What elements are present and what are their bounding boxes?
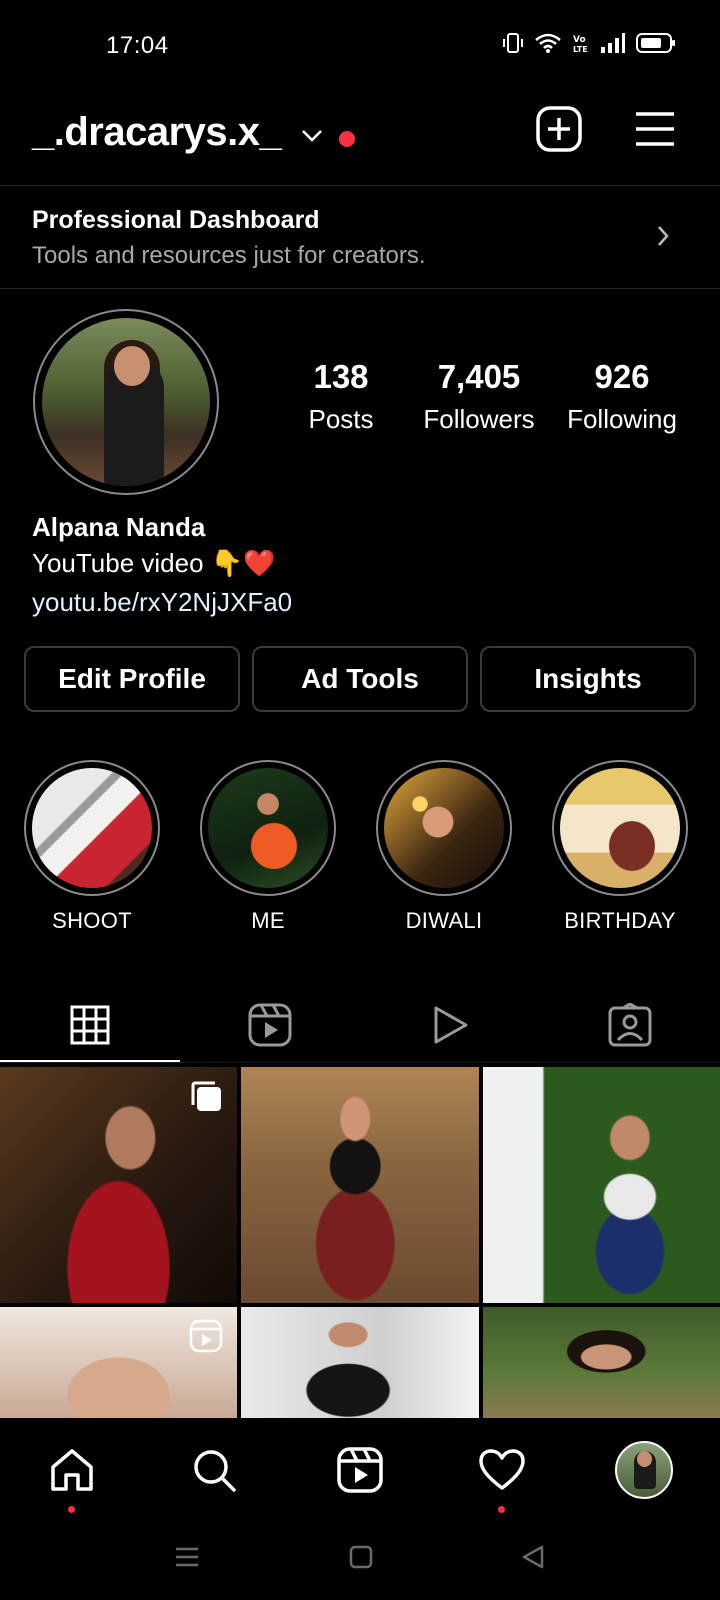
home-icon (51, 1449, 93, 1491)
following-label: Following (567, 404, 677, 434)
highlight-label: DIWALI (405, 908, 483, 933)
carousel-icon (191, 1081, 221, 1111)
nav-home[interactable] (42, 1440, 102, 1500)
stat-posts[interactable]: 138 Posts (276, 358, 406, 435)
highlight-cover (560, 768, 680, 888)
profile-avatar[interactable] (33, 309, 219, 495)
highlight-ring (24, 760, 160, 896)
highlight-label: SHOOT (52, 908, 132, 933)
post-thumbnail[interactable] (0, 1067, 237, 1303)
bottom-navigation (0, 1418, 720, 1524)
home-button-icon[interactable] (348, 1544, 374, 1570)
chevron-right-icon (658, 226, 669, 246)
highlight-ring (200, 760, 336, 896)
highlight-cover (384, 768, 504, 888)
ad-tools-button[interactable]: Ad Tools (252, 646, 468, 712)
highlight-birthday[interactable]: BIRTHDAY (550, 760, 690, 934)
volte-icon: Vo LTE (573, 35, 588, 54)
nav-search[interactable] (184, 1440, 244, 1500)
profile-header: _.dracarys.x_ (0, 100, 720, 184)
highlight-label: ME (251, 908, 285, 933)
professional-dashboard[interactable]: Professional Dashboard Tools and resourc… (0, 186, 720, 288)
highlight-me[interactable]: ME (198, 760, 338, 934)
post-thumbnail[interactable] (241, 1067, 479, 1303)
stat-following[interactable]: 926 Following (552, 358, 692, 435)
dashboard-subtitle: Tools and resources just for creators. (32, 242, 426, 269)
divider (0, 288, 720, 289)
posts-label: Posts (308, 404, 374, 434)
nav-profile[interactable] (614, 1440, 674, 1500)
reels-icon (248, 1003, 292, 1047)
grid-icon (70, 1005, 110, 1045)
svg-text:LTE: LTE (573, 45, 588, 54)
followers-label: Followers (423, 404, 535, 434)
highlight-shoot[interactable]: SHOOT (22, 760, 162, 934)
tab-videos[interactable] (360, 990, 540, 1060)
highlight-ring (552, 760, 688, 896)
profile-avatar-icon (615, 1441, 673, 1499)
reels-icon (189, 1319, 223, 1353)
reels-icon (337, 1447, 383, 1493)
edit-profile-button[interactable]: Edit Profile (24, 646, 240, 712)
notification-dot (498, 1506, 505, 1513)
dashboard-title: Professional Dashboard (32, 206, 320, 234)
notification-dot (68, 1506, 75, 1513)
post-thumbnail[interactable] (483, 1307, 720, 1418)
username[interactable]: _.dracarys.x_ (32, 110, 282, 155)
following-count: 926 (594, 358, 650, 395)
vibrate-icon (503, 33, 523, 53)
status-icons: Vo LTE (502, 32, 676, 54)
system-navigation-bar (0, 1524, 720, 1600)
signal-icon (601, 33, 625, 53)
posts-count: 138 (313, 358, 369, 395)
tagged-icon (608, 1003, 652, 1047)
menu-icon[interactable] (634, 110, 676, 148)
notification-dot (339, 131, 355, 147)
highlight-cover (208, 768, 328, 888)
profile-bio: YouTube video 👇❤️ (32, 548, 276, 578)
svg-text:Vo: Vo (573, 35, 586, 45)
followers-count: 7,405 (437, 358, 521, 395)
status-time: 17:04 (106, 32, 169, 59)
back-icon[interactable] (520, 1544, 546, 1570)
insights-button[interactable]: Insights (480, 646, 696, 712)
chevron-down-icon[interactable] (300, 128, 324, 144)
status-bar: 17:04 Vo LTE (0, 0, 720, 90)
profile-link[interactable]: youtu.be/rxY2NjJXFa0 (32, 587, 292, 618)
tab-tagged[interactable] (540, 990, 720, 1060)
stat-followers[interactable]: 7,405 Followers (404, 358, 554, 435)
highlight-cover (32, 768, 152, 888)
profile-name: Alpana Nanda (32, 512, 206, 542)
post-thumbnail[interactable] (0, 1307, 237, 1418)
divider (0, 1062, 720, 1063)
tab-posts-grid[interactable] (0, 990, 180, 1060)
search-icon (194, 1450, 236, 1492)
tab-reels[interactable] (180, 990, 360, 1060)
video-play-icon (434, 1006, 468, 1044)
profile-photo (42, 318, 210, 486)
highlight-ring (376, 760, 512, 896)
battery-icon (636, 33, 675, 53)
highlight-label: BIRTHDAY (564, 908, 676, 933)
heart-icon (479, 1449, 525, 1490)
create-post-icon[interactable] (536, 106, 582, 152)
nav-reels[interactable] (330, 1440, 390, 1500)
post-thumbnail[interactable] (483, 1067, 720, 1303)
nav-activity[interactable] (472, 1440, 532, 1500)
recent-apps-icon[interactable] (174, 1544, 200, 1570)
post-thumbnail[interactable] (241, 1307, 479, 1418)
wifi-icon (535, 33, 561, 53)
highlight-diwali[interactable]: DIWALI (374, 760, 514, 934)
